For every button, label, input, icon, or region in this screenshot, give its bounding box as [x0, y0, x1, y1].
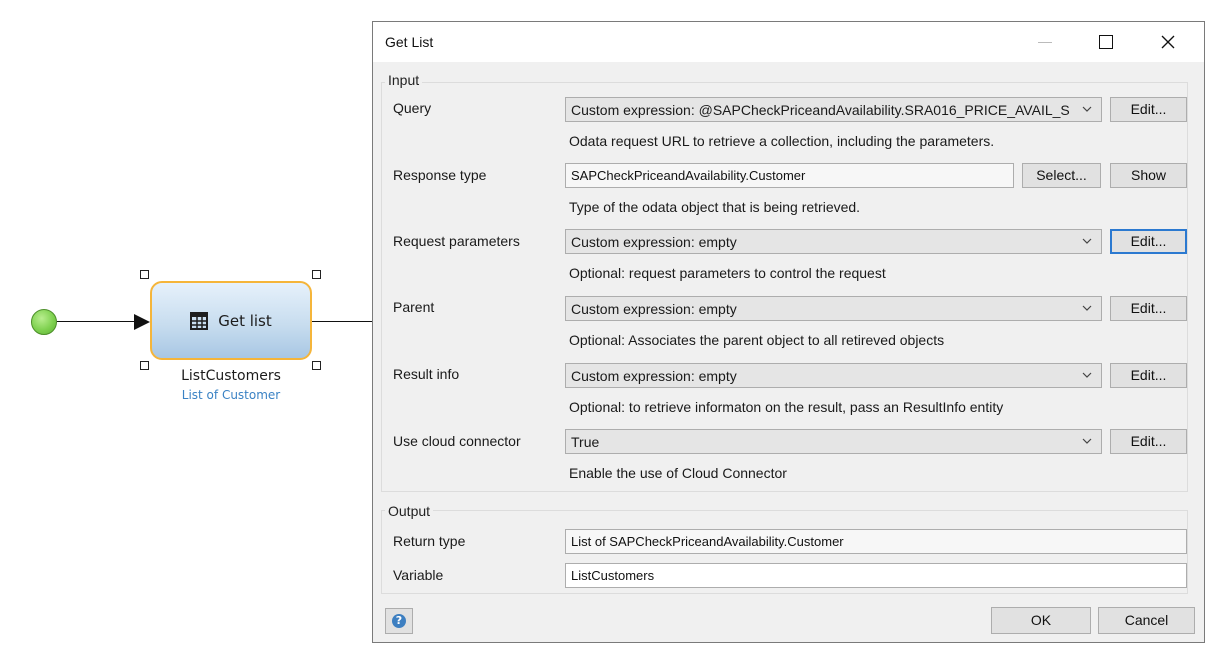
parent-edit-button[interactable]: Edit...	[1110, 296, 1187, 321]
activity-output-variable: ListCustomers	[181, 368, 281, 384]
parent-value: Custom expression: empty	[571, 301, 737, 317]
use-cloud-connector-edit-button[interactable]: Edit...	[1110, 429, 1187, 454]
dialog-titlebar: Get List	[373, 22, 1204, 62]
query-hint: Odata request URL to retrieve a collecti…	[569, 133, 995, 149]
maximize-icon	[1099, 35, 1113, 49]
chevron-down-icon	[1082, 238, 1092, 244]
result-info-hint: Optional: to retrieve informaton on the …	[569, 399, 1004, 415]
chevron-down-icon	[1082, 372, 1092, 378]
cancel-button[interactable]: Cancel	[1098, 607, 1195, 634]
help-icon: ?	[392, 614, 406, 628]
start-event[interactable]	[31, 309, 57, 335]
resize-handle-top-left[interactable]	[140, 270, 149, 279]
response-type-hint: Type of the odata object that is being r…	[569, 199, 861, 215]
table-icon	[190, 311, 209, 330]
return-type-field: List of SAPCheckPriceandAvailability.Cus…	[565, 529, 1187, 554]
query-select[interactable]: Custom expression: @SAPCheckPriceandAvai…	[565, 97, 1102, 122]
variable-label: Variable	[393, 567, 444, 583]
get-list-dialog: Get List Input Query Custom expression: …	[372, 21, 1205, 643]
resize-handle-top-right[interactable]	[312, 270, 321, 279]
parent-hint: Optional: Associates the parent object t…	[569, 332, 945, 348]
use-cloud-connector-label: Use cloud connector	[393, 433, 521, 449]
response-type-show-button[interactable]: Show	[1110, 163, 1187, 188]
response-type-label: Response type	[393, 167, 487, 183]
result-info-edit-button[interactable]: Edit...	[1110, 363, 1187, 388]
request-parameters-hint: Optional: request parameters to control …	[569, 265, 886, 281]
close-icon	[1161, 35, 1175, 49]
chevron-down-icon	[1082, 438, 1092, 444]
parent-label: Parent	[393, 299, 435, 315]
close-button[interactable]	[1138, 22, 1198, 62]
sequence-flow[interactable]	[57, 321, 139, 322]
activity-output-type: List of Customer	[181, 388, 281, 402]
return-type-label: Return type	[393, 533, 466, 549]
sequence-flow-arrowhead	[134, 314, 150, 330]
maximize-button[interactable]	[1076, 22, 1136, 62]
response-type-select-button[interactable]: Select...	[1022, 163, 1101, 188]
chevron-down-icon	[1082, 305, 1092, 311]
query-value: Custom expression: @SAPCheckPriceandAvai…	[571, 102, 1070, 118]
request-parameters-label: Request parameters	[393, 233, 520, 249]
resize-handle-bottom-right[interactable]	[312, 361, 321, 370]
dialog-title: Get List	[385, 34, 434, 50]
resize-handle-bottom-left[interactable]	[140, 361, 149, 370]
minimize-icon	[1038, 41, 1052, 43]
result-info-value: Custom expression: empty	[571, 368, 737, 384]
result-info-select[interactable]: Custom expression: empty	[565, 363, 1102, 388]
activity-label: Get list	[218, 311, 272, 330]
sequence-flow-out[interactable]	[312, 321, 374, 322]
result-info-label: Result info	[393, 366, 460, 382]
request-parameters-value: Custom expression: empty	[571, 234, 737, 250]
request-parameters-select[interactable]: Custom expression: empty	[565, 229, 1102, 254]
use-cloud-connector-hint: Enable the use of Cloud Connector	[569, 465, 787, 481]
variable-input[interactable]: ListCustomers	[565, 563, 1187, 588]
parent-select[interactable]: Custom expression: empty	[565, 296, 1102, 321]
request-parameters-edit-button[interactable]: Edit...	[1110, 229, 1187, 254]
output-group-title: Output	[385, 503, 434, 519]
help-button[interactable]: ?	[385, 608, 413, 634]
input-group-title: Input	[385, 72, 423, 88]
response-type-field: SAPCheckPriceandAvailability.Customer	[565, 163, 1014, 188]
chevron-down-icon	[1082, 106, 1092, 112]
use-cloud-connector-value: True	[571, 434, 600, 450]
use-cloud-connector-select[interactable]: True	[565, 429, 1102, 454]
query-label: Query	[393, 100, 432, 116]
get-list-activity[interactable]: Get list	[150, 281, 312, 360]
query-edit-button[interactable]: Edit...	[1110, 97, 1187, 122]
minimize-button[interactable]	[1015, 22, 1075, 62]
ok-button[interactable]: OK	[991, 607, 1091, 634]
